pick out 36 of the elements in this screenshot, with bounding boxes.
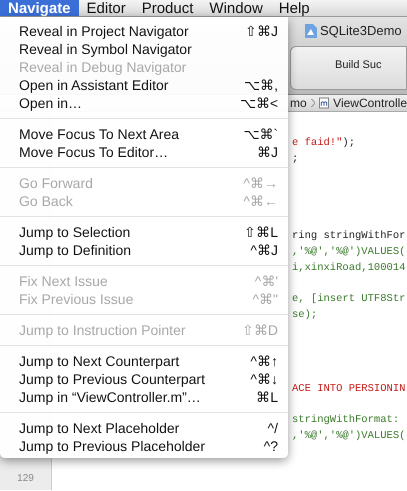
file-icon: [304, 24, 317, 38]
menu-bar-item[interactable]: Help: [270, 0, 318, 16]
code-line: ACE INTO PERSIONIN: [292, 382, 406, 397]
menu-item[interactable]: Jump to Next Counterpart ^⌘↑: [0, 352, 288, 370]
menu-item[interactable]: Jump to Previous Counterpart ^⌘↓: [0, 370, 288, 388]
code-line: ring stringWithFor: [292, 229, 406, 244]
menu-bar-item[interactable]: Product: [134, 0, 202, 16]
window-title: SQLite3Demo: [320, 22, 402, 40]
code-line: ,'%@','%@')VALUES(: [292, 245, 406, 260]
code-line: se);: [292, 308, 318, 323]
menu-item[interactable]: Jump to Next Placeholder ^/: [0, 419, 288, 437]
menu-bar-item[interactable]: Editor: [78, 0, 134, 16]
menu-item[interactable]: Open in… ⌥⌘<: [0, 94, 288, 112]
line-number: 129: [17, 472, 34, 486]
menu-item[interactable]: Reveal in Project Navigator ⇧⌘J: [0, 22, 288, 40]
menu-item[interactable]: Jump to Previous Placeholder ^?: [0, 437, 288, 455]
menu-item[interactable]: Move Focus To Next Area ⌥⌘`: [0, 125, 288, 143]
breadcrumb-item[interactable]: ViewControlle: [333, 94, 407, 112]
breadcrumb-item[interactable]: mo: [290, 94, 307, 112]
menu-item[interactable]: Move Focus To Editor… ⌘J: [0, 143, 288, 161]
code-line: e, [insert UTF8Str: [292, 292, 406, 307]
chevron-icon: [310, 98, 316, 108]
file-icon: [319, 97, 330, 109]
menu-item[interactable]: Reveal in Symbol Navigator: [0, 40, 288, 58]
menu-item[interactable]: Open in Assistant Editor ⌥⌘,: [0, 76, 288, 94]
code-line: e faid!");: [292, 136, 356, 151]
code-line: ;: [292, 152, 300, 167]
menu-item[interactable]: Jump to Definition ^⌘J: [0, 241, 288, 259]
code-line: i,xinxiRoad,100014: [292, 261, 406, 276]
menu-bar-item[interactable]: Window: [201, 0, 271, 16]
menu-item[interactable]: Jump to Selection ⇧⌘L: [0, 223, 288, 241]
build-status: Build Suc: [335, 58, 382, 70]
code-line: stringWithFormat:: [292, 413, 400, 428]
menu-item[interactable]: Jump in “ViewController.m”… ⌘L: [0, 388, 288, 406]
code-line: ,'%@','%@')VALUES(: [292, 429, 406, 444]
menu-bar-item[interactable]: Navigate: [0, 0, 79, 16]
